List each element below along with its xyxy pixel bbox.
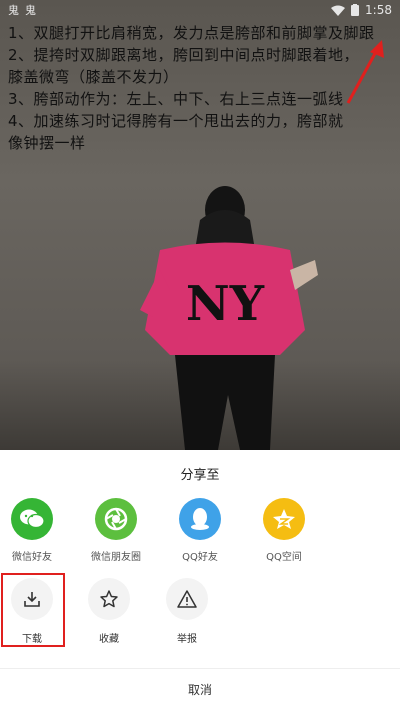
warning-icon — [166, 578, 208, 620]
download-button[interactable]: 下载 — [0, 578, 67, 645]
share-sheet-title: 分享至 — [180, 468, 220, 483]
share-label: QQ空间 — [266, 552, 302, 563]
favorite-button[interactable]: 收藏 — [74, 578, 144, 645]
download-icon — [11, 578, 53, 620]
favorite-label: 收藏 — [99, 634, 119, 645]
notification-icon: 鬼 — [25, 4, 36, 17]
wifi-icon — [331, 5, 346, 16]
share-wechat-friend[interactable]: 微信好友 — [0, 498, 72, 563]
caption-line: 膝盖微弯（膝盖不发力） — [8, 68, 179, 86]
caption-line: 4、加速练习时记得胯有一个甩出去的力，胯部就 — [8, 112, 344, 130]
cancel-button[interactable]: 取消 — [0, 669, 400, 711]
share-label: 微信朋友圈 — [91, 552, 141, 563]
actions-row: 下载 收藏 举报 — [0, 573, 400, 648]
report-button[interactable]: 举报 — [152, 578, 222, 645]
download-label: 下载 — [22, 634, 42, 645]
share-wechat-moments[interactable]: 微信朋友圈 — [76, 498, 156, 563]
star-icon — [88, 578, 130, 620]
share-label: 微信好友 — [12, 552, 52, 563]
share-sheet: 分享至 微信好友 微信朋友圈 QQ好友 QQ空间 下载 收藏 举报 取消 — [0, 450, 400, 711]
caption-line: 像钟摆一样 — [8, 134, 86, 152]
wechat-icon — [11, 498, 53, 540]
battery-icon — [351, 4, 360, 16]
qzone-icon — [263, 498, 305, 540]
report-label: 举报 — [177, 634, 197, 645]
clock: 1:58 — [365, 3, 392, 17]
video-caption-overlay: 1、双腿打开比肩稍宽，发力点是胯部和前脚掌及脚跟 2、提挎时双脚跟离地，胯回到中… — [8, 22, 393, 154]
share-qq-friend[interactable]: QQ好友 — [160, 498, 240, 563]
video-frame-image: NY — [140, 186, 318, 450]
caption-line: 3、胯部动作为：左上、中下、右上三点连一弧线 — [8, 90, 344, 108]
moments-icon — [95, 498, 137, 540]
share-targets-row: 微信好友 微信朋友圈 QQ好友 QQ空间 — [0, 498, 400, 578]
share-qzone[interactable]: QQ空间 — [244, 498, 324, 563]
notification-icon: 鬼 — [8, 4, 19, 17]
annotation-arrow-icon — [346, 40, 384, 104]
share-label: QQ好友 — [182, 552, 218, 563]
qq-icon — [179, 498, 221, 540]
status-bar: 鬼 鬼 1:58 — [0, 0, 400, 20]
caption-line: 2、提挎时双脚跟离地，胯回到中间点时脚跟着地， — [8, 46, 360, 64]
caption-line: 1、双腿打开比肩稍宽，发力点是胯部和前脚掌及脚跟 — [8, 24, 375, 42]
svg-text:NY: NY — [186, 276, 265, 332]
